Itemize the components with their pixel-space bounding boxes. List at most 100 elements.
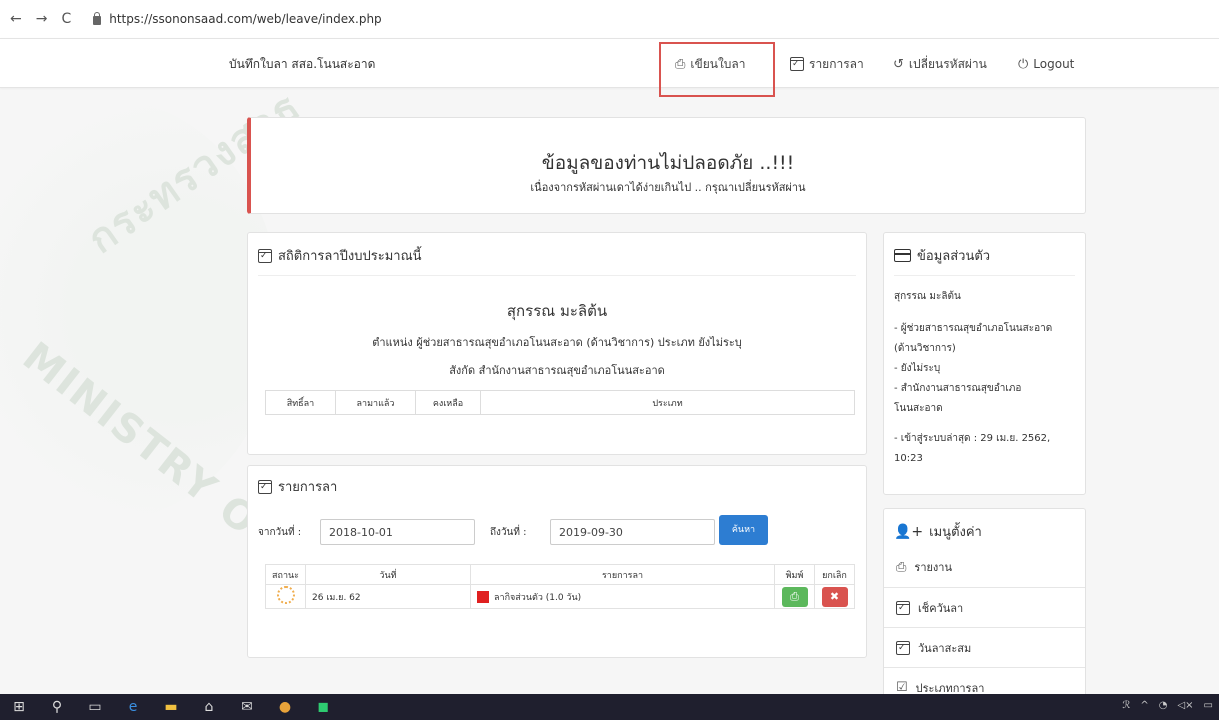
nav-change-password-label: เปลี่ยนรหัสผ่าน [908,56,987,71]
nav-leave-list-label: รายการลา [809,56,864,71]
profile-office: - สำนักงานสาธารณสุขอำเภอ [894,383,1022,394]
settings-panel: 👤+ เมนูตั้งค่า ⎙ รายงาน เช็ควันลา วันลาส… [883,508,1086,720]
nav-change-password[interactable]: ↺ เปลี่ยนรหัสผ่าน [893,39,987,89]
leave-list-panel: รายการลา จากวันที่ : 2018-10-01 ถึงวันที… [247,465,867,658]
mail-icon[interactable]: ✉ [228,694,266,720]
windows-start-icon[interactable]: ⊞ [0,694,38,720]
from-date-input[interactable]: 2018-10-01 [320,519,475,545]
power-icon: ⏻ [1018,56,1029,72]
file-explorer-icon[interactable]: ▬ [152,694,190,720]
battery-icon[interactable]: ▭ [1204,700,1213,711]
employee-name: สุกรรณ มะลิต้น [506,302,608,320]
browser-toolbar: ← → C https://ssononsaad.com/web/leave/i… [0,0,1219,38]
stats-table: สิทธิ์ลา ลามาแล้ว คงเหลือ ประเภท [265,390,855,415]
panel-heading: สถิติการลาปีงบประมาณนี้ [258,245,422,266]
search-button[interactable]: ค้นหา [719,515,768,545]
to-label: ถึงวันที่ : [490,526,527,538]
from-label: จากวันที่ : [258,526,302,538]
brand-title[interactable]: บันทึกใบลา สสอ.โนนสะอาด [229,55,375,74]
user-plus-icon: 👤+ [894,523,924,540]
undo-icon: ↺ [893,56,904,72]
stats-heading: สถิติการลาปีงบประมาณนี้ [278,249,422,264]
print-button[interactable]: ⎙ [781,586,808,607]
menu-check-leave[interactable]: เช็ควันลา [884,587,1085,627]
volume-icon[interactable]: ◁× [1177,700,1193,711]
profile-office-2: โนนสะอาด [894,403,943,414]
col-used: ลามาแล้ว [335,390,416,415]
alert-message: เนื่องจากรหัสผ่านเดาได้ง่ายเกินไป .. กรุ… [530,181,806,194]
settings-heading: เมนูตั้งค่า [929,525,982,540]
nav-logout-label: Logout [1033,57,1075,71]
row-date: 26 เม.ย. 62 [305,584,471,609]
leave-color-swatch [477,591,489,603]
profile-body: สุกรรณ มะลิต้น - ผู้ช่วยสาธารณสุขอำเภอโน… [894,287,1077,469]
profile-heading: ข้อมูลส่วนตัว [917,249,991,264]
panel-heading: 👤+ เมนูตั้งค่า [894,521,982,542]
lock-icon [93,11,102,25]
search-icon[interactable]: ⚲ [38,694,76,720]
col-item: รายการลา [470,564,775,585]
table-header-row: สถานะ วันที่ รายการลา พิมพ์ ยกเลิก [265,564,855,585]
line-app-icon[interactable]: ◼ [304,694,342,720]
leave-stats-panel: สถิติการลาปีงบประมาณนี้ สุกรรณ มะลิต้น ต… [247,232,867,455]
checkbox-icon: ☑ [896,680,908,695]
loading-icon [276,586,295,604]
nav-logout[interactable]: ⏻ Logout [1018,39,1074,89]
office-line: สังกัด สำนักงานสาธารณสุขอำเภอโนนสะอาด [449,364,665,377]
row-item: ลากิจส่วนตัว (1.0 วัน) [470,584,775,609]
people-icon[interactable]: ℛ [1122,700,1130,711]
chevron-up-icon[interactable]: ^ [1140,700,1148,711]
col-status: สถานะ [265,564,306,585]
security-alert: ข้อมูลของท่านไม่ปลอดภัย ..!!! เนื่องจากร… [247,117,1086,214]
forward-icon[interactable]: → [36,11,48,27]
col-cancel: ยกเลิก [814,564,855,585]
top-navbar: บันทึกใบลา สสอ.โนนสะอาด ⎙ เขียนใบลา รายก… [0,38,1219,88]
menu-check-leave-label: เช็ควันลา [918,601,964,615]
back-icon[interactable]: ← [10,11,22,27]
calendar-check-icon [258,479,272,494]
highlight-box [659,42,775,97]
menu-accumulated-leave[interactable]: วันลาสะสม [884,627,1085,667]
profile-name: สุกรรณ มะลิต้น [894,291,961,302]
profile-position: - ผู้ช่วยสาธารณสุขอำเภอโนนสะอาด [894,323,1053,334]
table-row: 26 เม.ย. 62 ลากิจส่วนตัว (1.0 วัน) ⎙ ✖ [265,584,855,609]
cancel-button[interactable]: ✖ [821,586,848,607]
panel-heading: รายการลา [258,476,337,497]
col-print: พิมพ์ [774,564,815,585]
nav-leave-list[interactable]: รายการลา [790,39,864,89]
url-text[interactable]: https://ssononsaad.com/web/leave/index.p… [109,12,381,26]
chrome-icon[interactable]: ● [266,694,304,720]
windows-taskbar: ⊞ ⚲ ▭ e ▬ ⌂ ✉ ● ◼ ℛ ^ ◔ ◁× ▭ [0,694,1219,720]
store-icon[interactable]: ⌂ [190,694,228,720]
id-card-icon [894,249,911,262]
col-type: ประเภท [480,390,855,415]
last-login: - เข้าสู่ระบบล่าสุด : 29 เม.ย. 2562, [894,433,1051,444]
printer-icon: ⎙ [896,559,907,575]
panel-heading: ข้อมูลส่วนตัว [894,245,990,266]
last-login-time: 10:23 [894,453,923,464]
address-bar[interactable]: https://ssononsaad.com/web/leave/index.p… [93,11,382,26]
network-icon[interactable]: ◔ [1159,700,1168,711]
row-item-label: ลากิจส่วนตัว (1.0 วัน) [494,592,582,603]
profile-position-2: (ด้านวิชาการ) [894,343,956,354]
date-filter: จากวันที่ : 2018-10-01 ถึงวันที่ : 2019-… [258,518,715,546]
leave-list-heading: รายการลา [278,480,338,495]
position-line: ตำแหน่ง ผู้ช่วยสาธารณสุขอำเภอโนนสะอาด (ด… [372,336,742,349]
reload-icon[interactable]: C [61,11,71,27]
profile-type: - ยังไม่ระบุ [894,363,941,374]
profile-panel: ข้อมูลส่วนตัว สุกรรณ มะลิต้น - ผู้ช่วยสา… [883,232,1086,495]
col-date: วันที่ [305,564,471,585]
calendar-check-icon [258,248,272,263]
system-tray: ℛ ^ ◔ ◁× ▭ [1122,700,1213,711]
task-view-icon[interactable]: ▭ [76,694,114,720]
calendar-check-icon [790,57,804,71]
calendar-icon [896,640,910,655]
col-entitlement: สิทธิ์ลา [265,390,336,415]
alert-title: ข้อมูลของท่านไม่ปลอดภัย ..!!! [541,152,795,174]
leave-table: สถานะ วันที่ รายการลา พิมพ์ ยกเลิก 26 เม… [265,564,855,609]
edge-icon[interactable]: e [114,694,152,720]
calendar-icon [896,600,910,615]
to-date-input[interactable]: 2019-09-30 [550,519,715,545]
menu-report[interactable]: ⎙ รายงาน [884,547,1085,587]
col-remaining: คงเหลือ [415,390,481,415]
